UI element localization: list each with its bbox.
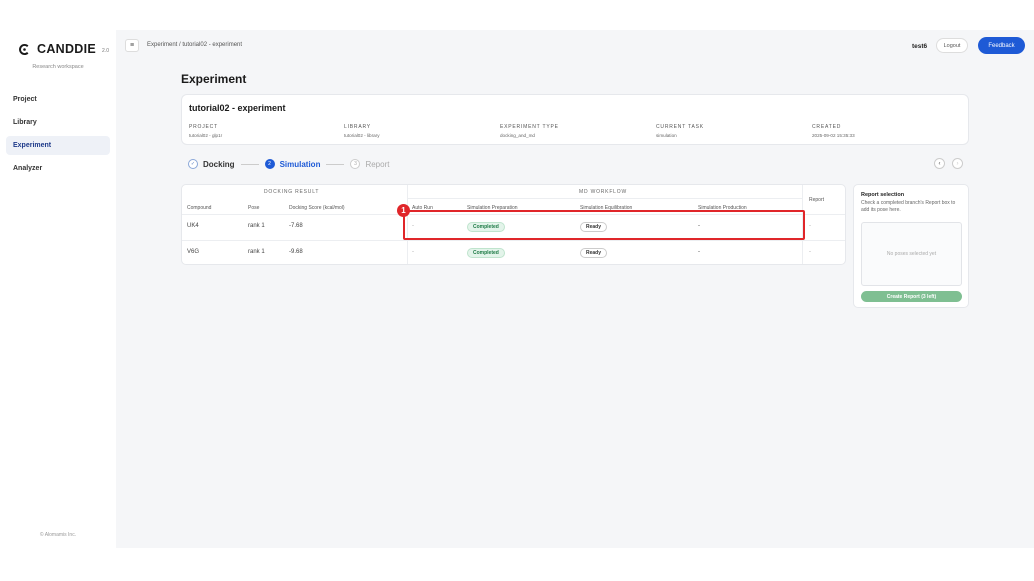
- step-number: 2: [264, 159, 275, 169]
- step-docking[interactable]: ✓ Docking: [188, 159, 235, 169]
- meta-library: LIBRARY tutorial02 - library: [344, 124, 380, 138]
- cell-report: -: [809, 249, 811, 255]
- report-selection-title: Report selection: [861, 192, 905, 198]
- cell-sim-production: -: [698, 249, 700, 255]
- page-title: Experiment: [181, 72, 247, 86]
- meta-created: CREATED 2025-09-02 15:35:33: [812, 124, 855, 138]
- header-report: Report: [809, 197, 825, 203]
- prev-page-icon[interactable]: ‹: [934, 158, 945, 169]
- meta-value: 2025-09-02 15:35:33: [812, 133, 855, 138]
- empty-state-text: No poses selected yet: [886, 251, 937, 257]
- workflow-stepper: ✓ Docking 2 Simulation 3 Report: [188, 156, 389, 172]
- username: test6: [912, 43, 928, 50]
- logout-button[interactable]: Logout: [936, 38, 968, 53]
- meta-key: LIBRARY: [344, 124, 371, 130]
- step-label: Report: [365, 159, 390, 169]
- brand[interactable]: CANDDIE 2.0: [18, 42, 109, 56]
- experiment-summary-card: tutorial02 - experiment PROJECT tutorial…: [181, 94, 969, 145]
- report-selection-description: Check a completed branch's Report box to…: [861, 200, 956, 213]
- step-report[interactable]: 3 Report: [350, 159, 389, 169]
- cell-docking-score: -7.68: [289, 223, 303, 229]
- divider: [407, 198, 802, 199]
- sidebar-item-analyzer[interactable]: Analyzer: [6, 159, 110, 178]
- sidebar-item-library[interactable]: Library: [6, 113, 110, 132]
- meta-project: PROJECT tutorial02 - glp1r: [189, 124, 222, 138]
- experiment-name: tutorial02 - experiment: [189, 103, 286, 113]
- meta-key: CURRENT TASK: [656, 124, 704, 130]
- annotation-badge: 1: [397, 204, 410, 217]
- meta-value: tutorial02 - library: [344, 133, 380, 138]
- cell-compound: V6G: [187, 249, 200, 255]
- canddie-logo-icon: [19, 43, 29, 55]
- copyright: © Alomamis Inc.: [39, 532, 77, 538]
- brand-version: 2.0: [102, 48, 109, 54]
- header-compound: Compound: [187, 205, 212, 211]
- create-report-button[interactable]: Create Report (3 left): [861, 291, 962, 302]
- step-connector: [240, 163, 259, 165]
- report-selection-panel: Report selection Check a completed branc…: [853, 184, 969, 308]
- header-docking-score: Docking Score (kcal/mol): [289, 205, 345, 211]
- breadcrumb: Experiment / tutorial02 - experiment: [147, 42, 243, 48]
- meta-experiment-type: EXPERIMENT TYPE docking_and_md: [500, 124, 559, 138]
- group-md-workflow: MD WORKFLOW: [579, 189, 627, 195]
- sidebar: CANDDIE 2.0 Research workspace Project L…: [0, 30, 116, 548]
- next-page-icon[interactable]: ›: [952, 158, 963, 169]
- status-badge-completed: Completed: [467, 248, 505, 258]
- meta-key: EXPERIMENT TYPE: [500, 124, 559, 130]
- meta-key: PROJECT: [189, 124, 218, 130]
- group-docking-result: DOCKING RESULT: [264, 189, 320, 195]
- meta-key: CREATED: [812, 124, 842, 130]
- cell-pose: rank 1: [248, 249, 265, 255]
- step-connector: [326, 163, 345, 165]
- main-content: ≡ Experiment / tutorial02 - experiment t…: [116, 30, 1034, 548]
- menu-toggle-icon[interactable]: ≡: [125, 39, 139, 52]
- topbar: ≡ Experiment / tutorial02 - experiment t…: [116, 30, 1034, 62]
- cell-docking-score: -9.68: [289, 249, 303, 255]
- meta-current-task: CURRENT TASK simulation: [656, 124, 704, 138]
- sidebar-item-project[interactable]: Project: [6, 90, 110, 109]
- workspace-subtitle: Research workspace: [32, 64, 84, 70]
- step-label: Simulation: [279, 159, 321, 169]
- sidebar-nav: Project Library Experiment Analyzer: [6, 90, 110, 182]
- annotation-highlight-box: [403, 210, 805, 240]
- brand-name: CANDDIE: [37, 42, 97, 56]
- cell-auto-run: -: [412, 249, 414, 255]
- feedback-button[interactable]: Feedback: [978, 37, 1025, 54]
- status-badge-ready[interactable]: Ready: [580, 248, 608, 258]
- header-pose: Pose: [248, 205, 260, 211]
- divider: [182, 240, 845, 241]
- cell-pose: rank 1: [248, 223, 265, 229]
- step-label: Docking: [203, 159, 235, 169]
- sidebar-item-experiment[interactable]: Experiment: [6, 136, 110, 155]
- selected-poses-box: No poses selected yet: [861, 222, 962, 286]
- meta-value: tutorial02 - glp1r: [189, 133, 223, 138]
- app-page: CANDDIE 2.0 Research workspace Project L…: [0, 30, 1034, 548]
- cell-compound: UK4: [187, 223, 199, 229]
- step-simulation[interactable]: 2 Simulation: [264, 159, 321, 169]
- meta-value: docking_and_md: [500, 133, 535, 138]
- check-icon: ✓: [188, 159, 198, 169]
- cell-report: -: [809, 223, 811, 229]
- step-number: 3: [350, 159, 361, 169]
- meta-value: simulation: [656, 133, 677, 138]
